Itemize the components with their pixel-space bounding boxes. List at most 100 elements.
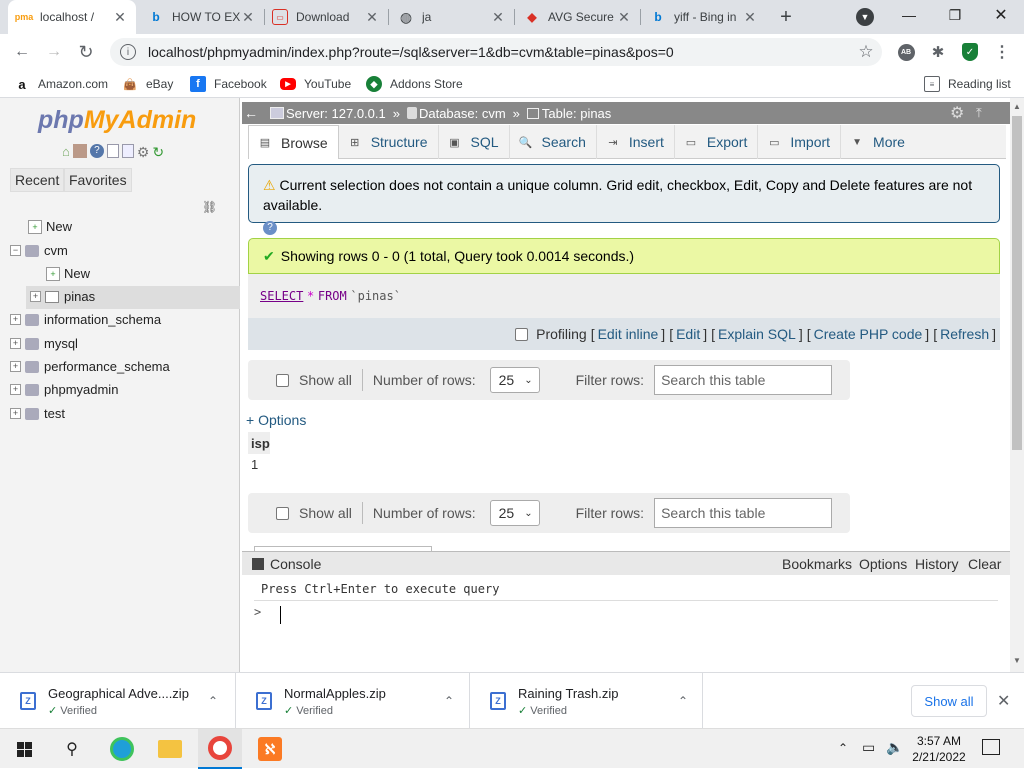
chrome-browser-icon[interactable] [198,729,242,769]
browser-menu-icon[interactable]: ⋮ [990,40,1014,64]
tab-import[interactable]: ▭ Import [758,125,842,159]
new-tab-plus-icon[interactable]: + [774,6,798,28]
reload-navigation-icon[interactable]: ↻ [152,144,164,161]
tab-structure[interactable]: ⊞ Structure [339,125,439,159]
column-header-isp[interactable]: isp [248,432,270,454]
maximize-icon[interactable]: ⤒ [976,105,982,121]
extensions-puzzle-icon[interactable]: ✱ [926,40,950,64]
download-item[interactable]: Z NormalApples.zip ✓ Verified ⌃ [236,673,470,729]
rows-per-page-select[interactable]: 25 ⌄ [489,367,540,393]
console-input[interactable] [280,606,281,624]
search-icon[interactable]: ⚲ [50,729,94,769]
forward-arrow-icon[interactable]: → [42,40,66,64]
favorites-tab[interactable]: Favorites [64,168,132,192]
clock[interactable]: 3:57 AM 2/21/2022 [908,733,970,765]
tree-item-new-table[interactable]: + New [46,266,90,281]
scroll-down-icon[interactable]: ▼ [1013,656,1021,665]
chevron-up-icon[interactable]: ⌃ [208,694,218,708]
breadcrumb-table[interactable]: Table: pinas [542,106,611,121]
tree-item-cvm[interactable]: − cvm [10,243,68,258]
scroll-up-icon[interactable]: ▲ [1013,102,1021,111]
help-icon[interactable]: ? [263,221,277,235]
reading-list[interactable]: ≡ Reading list [924,74,1011,94]
expand-icon[interactable]: + [10,314,21,325]
tray-chevron-icon[interactable]: ⌃ [838,741,848,755]
bookmark-facebook[interactable]: f Facebook [190,74,267,94]
options-toggle[interactable]: + Options [246,412,306,428]
tree-item-phpmyadmin[interactable]: + phpmyadmin [10,382,118,397]
tree-item-mysql[interactable]: + mysql [10,336,78,351]
breadcrumb-server[interactable]: Server: 127.0.0.1 [286,106,386,121]
close-icon[interactable]: ✕ [112,9,128,26]
file-explorer-icon[interactable] [148,729,192,769]
help-icon[interactable]: ? [89,144,104,158]
close-icon[interactable]: ✕ [490,9,506,26]
bookmark-star-icon[interactable]: ☆ [854,40,878,64]
close-icon[interactable]: ✕ [364,9,380,26]
bookmark-amazon[interactable]: a Amazon.com [14,74,108,94]
tab-sql[interactable]: ▣ SQL [439,125,510,159]
network-icon[interactable]: ▭ [862,739,875,756]
tab-download[interactable]: ▭ Download ✕ [264,0,388,34]
window-close-icon[interactable]: ✕ [978,0,1024,30]
tab-how-to[interactable]: b HOW TO EX ✕ [140,0,264,34]
tab-yiff[interactable]: b yiff - Bing in ✕ [642,0,766,34]
settings-gear-icon[interactable]: ⚙ [950,103,964,123]
download-item[interactable]: Z Raining Trash.zip ✓ Verified ⌃ [470,673,703,729]
tab-insert[interactable]: ⇥ Insert [597,125,675,159]
page-scrollbar[interactable]: ▲ ▼ [1010,98,1024,672]
tab-more[interactable]: ▼ More [841,125,915,159]
bookmark-youtube[interactable]: ▶ YouTube [280,74,351,94]
logout-icon[interactable] [72,144,87,158]
expand-icon[interactable]: + [10,361,21,372]
notification-icon[interactable] [982,739,1000,755]
filter-rows-input[interactable]: Search this table [654,365,833,395]
recent-tab[interactable]: Recent [10,168,65,192]
console-history[interactable]: History [915,556,959,572]
restore-icon[interactable]: ❐ [932,0,978,30]
tab-localhost[interactable]: pma localhost / ✕ [8,0,136,34]
close-icon[interactable]: ✕ [240,9,256,26]
minimize-icon[interactable]: — [886,0,932,30]
download-item[interactable]: Z Geographical Adve....zip ✓ Verified ⌃ [0,673,236,729]
tab-search[interactable]: 🔍 Search [510,125,597,159]
sql-keyword-select[interactable]: SELECT [260,289,303,303]
show-all-checkbox[interactable] [276,373,289,387]
sql-docs-icon[interactable] [121,144,134,158]
docs-icon[interactable] [106,144,119,158]
shield-extension-icon[interactable]: ✓ [958,40,982,64]
xampp-icon[interactable]: ℵ [248,729,292,769]
console-bookmarks[interactable]: Bookmarks [782,556,852,572]
rows-per-page-select[interactable]: 25 ⌄ [489,500,540,526]
console-clear[interactable]: Clear [968,556,1001,572]
tab-avg[interactable]: ◆ AVG Secure ✕ [516,0,640,34]
show-all-checkbox[interactable] [276,506,289,520]
address-bar[interactable]: i localhost/phpmyadmin/index.php?route=/… [110,38,882,66]
explain-sql-link[interactable]: Explain SQL [718,326,796,342]
tree-item-new-database[interactable]: + New [28,219,72,234]
volume-icon[interactable]: 🔈 [886,739,903,756]
profiling-checkbox[interactable] [515,327,529,341]
expand-icon[interactable]: + [10,384,21,395]
adblock-extension-icon[interactable]: AB [894,40,918,64]
chevron-up-icon[interactable]: ⌃ [444,694,454,708]
reload-icon[interactable]: ↻ [74,40,98,64]
windows-start-icon[interactable] [2,729,46,769]
home-icon[interactable]: ⌂ [62,144,70,161]
console-options[interactable]: Options [859,556,907,572]
edit-link[interactable]: Edit [676,326,700,342]
tree-item-information-schema[interactable]: + information_schema [10,312,161,327]
chevron-up-icon[interactable]: ⌃ [678,694,688,708]
link-with-main-icon[interactable]: ⛓ [202,200,217,214]
close-shelf-icon[interactable]: ✕ [997,691,1010,711]
collapse-nav-arrow-icon[interactable]: ← [242,105,260,121]
gear-icon[interactable]: ⚙ [137,144,150,161]
tree-item-test[interactable]: + test [10,406,65,421]
tab-ja[interactable]: ◍ ja ✕ [390,0,514,34]
tree-item-pinas[interactable]: + pinas [30,289,95,304]
close-icon[interactable]: ✕ [742,9,758,26]
tab-search-chevron-icon[interactable]: ▼ [856,8,874,26]
tab-browse[interactable]: ▤ Browse [248,125,339,159]
console-toggle-icon[interactable] [252,557,264,570]
breadcrumb-database[interactable]: Database: cvm [419,106,506,121]
